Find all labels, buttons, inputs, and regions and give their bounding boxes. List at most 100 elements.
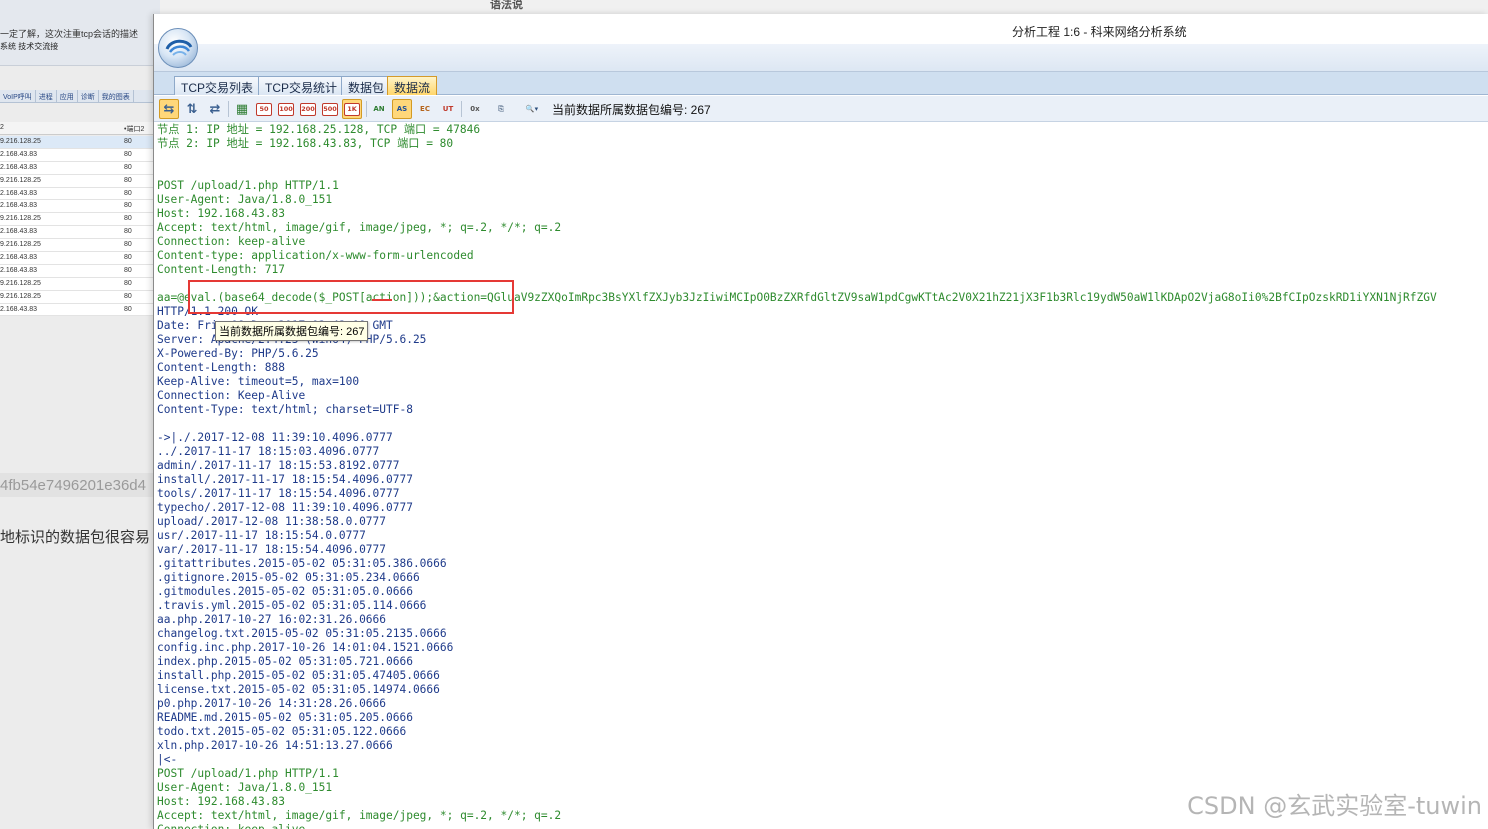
stream-line: User-Agent: Java/1.8.0_151 [157, 193, 333, 206]
stream-direction-icon[interactable]: ⇅ [182, 99, 202, 119]
row-ip: 2.168.43.83 [0, 228, 37, 236]
row-ip: 2.168.43.83 [0, 266, 37, 274]
row-ip: 2.168.43.83 [0, 150, 37, 158]
export-icon[interactable]: ⎘ [491, 99, 511, 119]
size-100-button[interactable]: 100 [276, 99, 296, 119]
stream-line [157, 417, 1437, 431]
row-port: 80 [124, 163, 132, 171]
stream-line: tools/.2017-11-17 18:15:54.4096.0777 [157, 487, 400, 500]
row-port: 80 [124, 292, 132, 300]
row-ip: 9.216.128.25 [0, 138, 41, 145]
table-row[interactable]: 9.216.128.25 80 [0, 278, 155, 291]
stream-line: changelog.txt.2015-05-02 05:31:05.2135.0… [157, 627, 447, 640]
background-tab[interactable]: VoIP呼叫 [0, 90, 36, 102]
size-500-button[interactable]: 500 [320, 99, 340, 119]
row-port: 80 [124, 305, 132, 313]
column-header-port[interactable]: •端口2 [124, 124, 144, 134]
stream-line [157, 165, 1437, 179]
table-row[interactable]: 2.168.43.83 80 [0, 162, 155, 175]
table-row[interactable]: 9.216.128.25 80 [0, 213, 155, 227]
ansi-encoding-icon[interactable]: AN [369, 99, 389, 119]
row-port: 80 [124, 228, 132, 236]
size-200-button[interactable]: 200 [298, 99, 318, 119]
table-row[interactable]: 9.216.128.25 80 [0, 239, 155, 253]
stream-line: Connection: Keep-Alive [157, 389, 306, 402]
highlight-box [188, 280, 514, 314]
grid-view-icon[interactable]: ▦ [232, 99, 252, 119]
title-bar: 分析工程 1:6 - 科来网络分析系统 [154, 14, 1488, 44]
highlight-strike [372, 299, 392, 301]
table-row[interactable]: 2.168.43.83 80 [0, 149, 155, 162]
table-row[interactable]: 9.216.128.25 80 [0, 175, 155, 188]
stream-line: ->|./.2017-12-08 11:39:10.4096.0777 [157, 431, 393, 444]
table-row[interactable]: 2.168.43.83 80 [0, 304, 155, 317]
stream-line: Connection: keep-alive [157, 235, 306, 248]
stream-line: install.php.2015-05-02 05:31:05.47405.06… [157, 669, 440, 682]
tab-packets[interactable]: 数据包 [341, 76, 392, 95]
stream-line: config.inc.php.2017-10-26 14:01:04.1521.… [157, 641, 454, 654]
ribbon [154, 44, 1488, 72]
row-ip: 2.168.43.83 [0, 189, 37, 197]
size-100-label: 100 [278, 102, 294, 116]
toolbar-separator [366, 101, 367, 117]
table-row[interactable]: 9.216.128.25 80 [0, 291, 155, 304]
background-tab[interactable]: 进程 [36, 90, 57, 102]
row-port: 80 [124, 138, 132, 145]
background-table: 9.216.128.25 80 2.168.43.83 80 2.168.43.83 80… [0, 136, 155, 317]
background-tab[interactable]: 应用 [57, 90, 78, 102]
app-logo-icon[interactable] [158, 28, 198, 68]
stream-line: usr/.2017-11-17 18:15:54.0.0777 [157, 529, 366, 542]
background-tab[interactable]: 诊断 [78, 90, 99, 102]
row-port: 80 [124, 150, 132, 158]
stream-line: upload/.2017-12-08 11:38:58.0.0777 [157, 515, 387, 528]
background-top-text: 一定了解，这次注重tcp会话的描述 [0, 29, 139, 39]
tab-data-stream[interactable]: 数据流 [387, 76, 438, 95]
row-port: 80 [124, 202, 132, 210]
stream-line: .gitattributes.2015-05-02 05:31:05.386.0… [157, 557, 447, 570]
column-header-address[interactable]: 2 [0, 124, 4, 131]
stream-line: 节点 1: IP 地址 = 192.168.25.128, TCP 端口 = 4… [157, 123, 481, 136]
stream-line: aa.php.2017-10-27 16:02:31.26.0666 [157, 613, 387, 626]
sync-view-icon[interactable]: ⇆ [159, 99, 179, 119]
size-1k-label: 1K [344, 102, 360, 116]
row-ip: 9.216.128.25 [0, 241, 41, 249]
ascii-encoding-icon[interactable]: AS [392, 99, 412, 119]
search-options-icon[interactable]: 🔍▾ [519, 99, 545, 119]
stream-line: Content-Type: text/html; charset=UTF-8 [157, 403, 413, 416]
packet-tooltip: 当前数据所属数据包编号: 267 [215, 321, 369, 341]
table-row[interactable]: 2.168.43.83 80 [0, 226, 155, 240]
stream-line: 节点 2: IP 地址 = 192.168.43.83, TCP 端口 = 80 [157, 137, 454, 150]
size-50-label: 50 [256, 102, 272, 116]
stream-content[interactable]: 节点 1: IP 地址 = 192.168.25.128, TCP 端口 = 4… [154, 123, 1488, 829]
utf8-encoding-icon[interactable]: UT [438, 99, 458, 119]
csdn-watermark: CSDN @玄武实验室-tuwin [1187, 792, 1482, 820]
stream-line: Connection: keep-alive [157, 823, 1437, 829]
background-tab[interactable]: 我的图表 [99, 90, 134, 102]
toolbar-separator [461, 101, 462, 117]
tab-tcp-stats[interactable]: TCP交易统计 [258, 76, 345, 95]
window-title: 分析工程 1:6 - 科来网络分析系统 [1012, 25, 1187, 39]
size-50-button[interactable]: 50 [254, 99, 274, 119]
swap-direction-icon[interactable]: ⇄ [205, 99, 225, 119]
stream-line: license.txt.2015-05-02 05:31:05.14974.06… [157, 683, 440, 696]
background-window: 一定了解，这次注重tcp会话的描述 系统 技术交流接 VoIP呼叫 进程 应用 … [0, 0, 160, 829]
size-1k-button[interactable]: 1K [342, 99, 362, 119]
table-row[interactable]: 2.168.43.83 80 [0, 188, 155, 201]
analysis-window: 分析工程 1:6 - 科来网络分析系统 TCP交易列表 TCP交易统计 数据包 … [153, 14, 1488, 829]
size-500-label: 500 [322, 102, 338, 116]
stream-line: index.php.2015-05-02 05:31:05.721.0666 [157, 655, 413, 668]
background-header: 一定了解，这次注重tcp会话的描述 系统 技术交流接 [0, 0, 160, 66]
tab-tcp-transactions[interactable]: TCP交易列表 [174, 76, 261, 95]
blog-paragraph-text: 地标识的数据包很容易 [0, 529, 151, 546]
stream-line: POST /upload/1.php HTTP/1.1 [157, 767, 339, 780]
ebcdic-encoding-icon[interactable]: EC [415, 99, 435, 119]
table-row[interactable]: 2.168.43.83 80 [0, 200, 155, 214]
table-row[interactable]: 9.216.128.25 80 [0, 136, 155, 149]
top-strip-text: 语法说 [490, 0, 523, 11]
hex-view-icon[interactable]: 0x [465, 99, 485, 119]
row-ip: 2.168.43.83 [0, 202, 37, 210]
table-row[interactable]: 2.168.43.83 80 [0, 265, 155, 278]
background-tabs: VoIP呼叫 进程 应用 诊断 我的图表 [0, 90, 160, 103]
stream-line: typecho/.2017-12-08 11:39:10.4096.0777 [157, 501, 413, 514]
table-row[interactable]: 2.168.43.83 80 [0, 252, 155, 265]
